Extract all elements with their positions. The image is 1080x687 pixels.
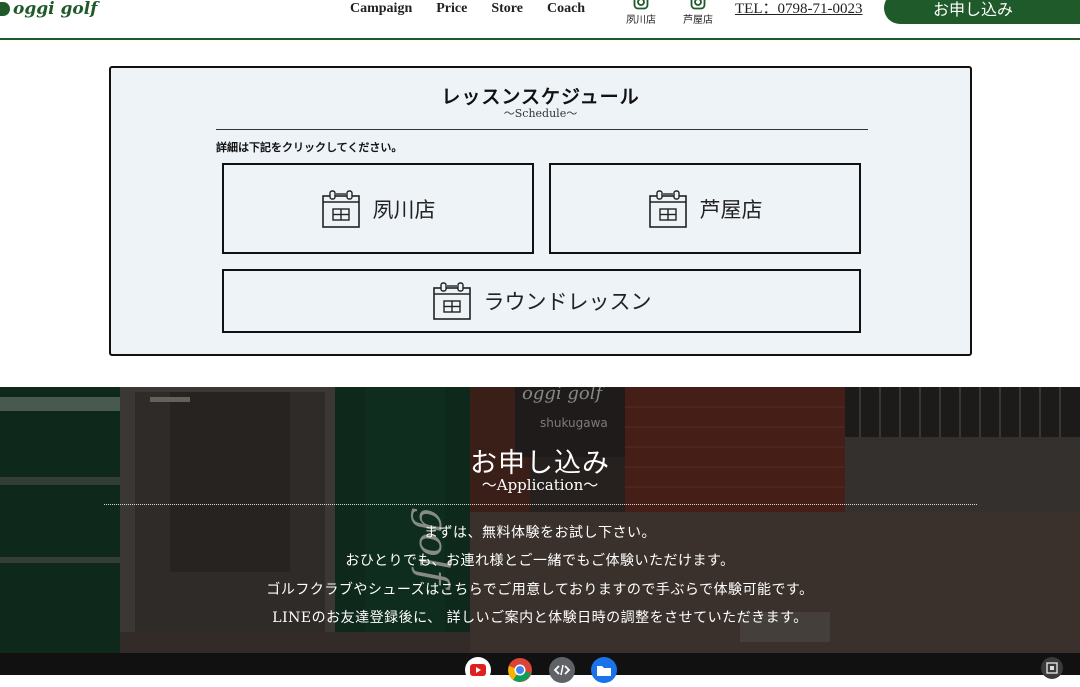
schedule-ashiya-label: 芦屋店	[699, 197, 763, 222]
logo[interactable]: oggi golf	[0, 0, 98, 22]
chrome-icon[interactable]	[507, 657, 533, 683]
site-header: oggi golf Campaign Price Store Coach 夙川店…	[0, 0, 1080, 40]
logo-text: oggi golf	[13, 0, 98, 19]
schedule-round-lesson-label: ラウンドレッスン	[483, 290, 652, 314]
application-divider	[104, 504, 977, 505]
youtube-icon[interactable]	[465, 657, 491, 683]
instagram-icon	[690, 0, 706, 10]
schedule-shukugawa-label: 夙川店	[372, 197, 436, 222]
application-subtitle: 〜Application〜	[481, 476, 599, 494]
calendar-icon	[432, 282, 471, 320]
capture-glyph-icon	[1046, 662, 1058, 674]
application-line-3: ゴルフクラブやシューズはこちらでご用意しておりますので手ぶらで体験可能です。	[266, 582, 814, 598]
store-label-ashiya: 芦屋店	[683, 15, 713, 26]
files-icon[interactable]	[591, 657, 617, 683]
main-nav: Campaign Price Store Coach	[350, 0, 585, 18]
youtube-glyph-icon	[470, 664, 486, 676]
tel-link[interactable]: TEL：0798-71-0023	[735, 0, 862, 18]
calendar-icon	[648, 189, 687, 228]
os-taskbar	[0, 653, 1080, 683]
schedule-subtitle: 〜Schedule〜	[503, 107, 578, 120]
schedule-shukugawa-button[interactable]: 夙川店	[222, 163, 534, 254]
code-icon[interactable]	[549, 657, 575, 683]
schedule-divider	[216, 129, 868, 130]
screen-capture-icon[interactable]	[1041, 657, 1063, 679]
nav-coach[interactable]: Coach	[547, 0, 585, 18]
store-label-shukugawa: 夙川店	[626, 15, 656, 26]
instagram-icon	[633, 0, 649, 10]
lesson-schedule-box: レッスンスケジュール 〜Schedule〜 詳細は下記をクリックしてください。 …	[109, 66, 972, 356]
instagram-shukugawa-link[interactable]: 夙川店	[621, 0, 661, 26]
application-line-4: LINEのお友達登録後に、 詳しいご案内と体験日時の調整をさせていただきます。	[272, 610, 808, 626]
calendar-icon	[321, 189, 360, 228]
folder-glyph-icon	[597, 666, 611, 676]
schedule-round-lesson-button[interactable]: ラウンドレッスン	[222, 269, 861, 333]
application-section: golf oggi golf shukugawa お申し込み 〜Applicat…	[0, 387, 1080, 653]
code-glyph-icon	[553, 664, 571, 676]
logo-mark-icon	[0, 2, 10, 16]
nav-store[interactable]: Store	[491, 0, 523, 18]
instagram-ashiya-link[interactable]: 芦屋店	[678, 0, 718, 26]
schedule-note: 詳細は下記をクリックしてください。	[216, 141, 403, 154]
nav-campaign[interactable]: Campaign	[350, 0, 412, 18]
application-line-2: おひとりでも、お連れ様とご一緒でもご体験いただけます。	[345, 553, 735, 569]
schedule-ashiya-button[interactable]: 芦屋店	[549, 163, 861, 254]
chrome-glyph-icon	[508, 658, 532, 682]
application-line-1: まずは、無料体験をお試し下さい。	[424, 525, 656, 541]
nav-price[interactable]: Price	[436, 0, 467, 18]
apply-button[interactable]: お申し込み	[884, 0, 1080, 24]
